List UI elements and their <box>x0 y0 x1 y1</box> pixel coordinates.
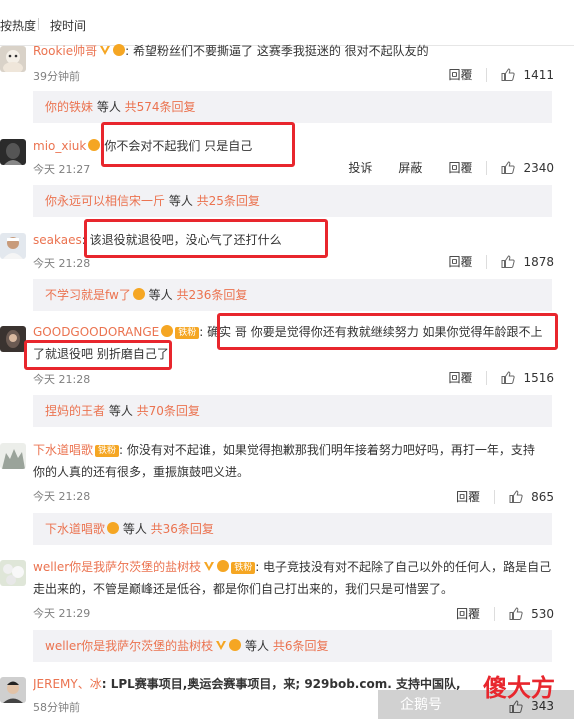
fan-badge: 铁粉 <box>95 445 120 457</box>
reply-summary[interactable]: 不学习就是fw了 等人 共236条回复 <box>33 279 552 311</box>
sort-by-time[interactable]: 按时间 <box>50 17 86 34</box>
reply-count[interactable]: 共236条回复 <box>176 288 247 302</box>
like-count: 530 <box>531 606 554 621</box>
comment-text-line2: 走出来的，不管是巅峰还是低谷，都是你们自己打出来的，我们只是可惜罢了。 <box>33 582 454 596</box>
comment-text: : LPL赛事项目,奥运会赛事项目，来; 929bob.com. 支持中国队, … <box>101 677 464 691</box>
reply-user[interactable]: 下水道唱歌 <box>45 522 105 536</box>
like-count: 865 <box>531 489 554 504</box>
fan-badge: 铁粉 <box>231 562 256 574</box>
reply-summary[interactable]: 你的铁妹 等人 共574条回复 <box>33 91 552 123</box>
reply-summary[interactable]: 下水道唱歌 等人 共36条回复 <box>33 513 552 545</box>
like-button[interactable]: 530 <box>494 606 554 621</box>
avatar[interactable] <box>0 560 26 586</box>
like-button[interactable]: 1516 <box>486 370 554 385</box>
reply-user[interactable]: 捏妈的王者 <box>45 404 105 418</box>
thumbs-up-icon <box>501 255 516 268</box>
reply-mid: 等人 <box>105 404 137 418</box>
comment-time: 今天 21:28 <box>33 257 91 270</box>
reply-mid: 等人 <box>93 100 125 114</box>
comment-text-line2: 你的人真的还有很多，重振旗鼓吧义进。 <box>33 465 250 479</box>
like-count: 1411 <box>523 67 554 82</box>
reply-button[interactable]: 回覆 <box>448 369 472 386</box>
fan-heart-icon <box>161 325 174 337</box>
username[interactable]: Rookie帅哥 <box>33 44 97 58</box>
comment-time: 今天 21:29 <box>33 607 91 620</box>
reply-summary[interactable]: 捏妈的王者 等人 共70条回复 <box>33 395 552 427</box>
highlight-box <box>84 219 328 258</box>
fan-heart-icon <box>217 560 230 572</box>
reply-button[interactable]: 回覆 <box>456 488 480 505</box>
reply-button[interactable]: 回覆 <box>456 605 480 622</box>
reply-user[interactable]: 你永远可以相信宋一斤 <box>45 194 165 208</box>
reply-user[interactable]: 不学习就是fw了 <box>45 288 131 302</box>
thumbs-up-icon <box>501 371 516 384</box>
avatar[interactable] <box>0 46 26 72</box>
reply-mid: 等人 <box>165 194 197 208</box>
fan-heart-icon <box>229 639 242 651</box>
username[interactable]: mio_xiuk <box>33 139 86 153</box>
reply-button[interactable]: 回覆 <box>448 253 472 270</box>
like-button[interactable]: 865 <box>494 489 554 504</box>
avatar[interactable] <box>0 326 26 352</box>
reply-mid: 等人 <box>241 639 273 653</box>
fan-badge: 铁粉 <box>175 327 200 339</box>
verified-v-icon <box>204 562 215 571</box>
reply-count[interactable]: 共70条回复 <box>137 404 200 418</box>
reply-count[interactable]: 共574条回复 <box>125 100 196 114</box>
comment-time: 58分钟前 <box>33 701 80 714</box>
reply-summary[interactable]: 你永远可以相信宋一斤 等人 共25条回复 <box>33 185 552 217</box>
username[interactable]: 下水道唱歌 <box>33 443 93 457</box>
watermark-brand: 企鹅号 <box>400 697 442 713</box>
like-count: 1878 <box>523 254 554 269</box>
like-count: 2340 <box>523 160 554 175</box>
watermark-logo: 傻大方 <box>483 673 555 702</box>
username[interactable]: seakaes <box>33 233 82 247</box>
highlight-box <box>24 340 172 370</box>
verified-v-icon <box>216 641 227 650</box>
like-button[interactable]: 1878 <box>486 254 554 269</box>
thumbs-up-icon <box>501 68 516 81</box>
fan-heart-icon <box>107 522 120 534</box>
sort-by-hot[interactable]: 按热度 <box>0 17 36 34</box>
username[interactable]: weller你是我萨尔茨堡的盐树枝 <box>33 560 201 574</box>
comment-time: 今天 21:27 <box>33 163 91 176</box>
comment-time: 今天 21:28 <box>33 490 91 503</box>
reply-count[interactable]: 共6条回复 <box>273 639 329 653</box>
comment-text: : 电子竞技没有对不起除了自己以外的任何人，路是自己 <box>255 560 552 574</box>
block-button[interactable]: 屏蔽 <box>398 159 422 176</box>
fan-heart-icon <box>88 139 101 151</box>
avatar[interactable] <box>0 139 26 165</box>
reply-button[interactable]: 回覆 <box>448 159 472 176</box>
reply-user[interactable]: 你的铁妹 <box>45 100 93 114</box>
reply-count[interactable]: 共36条回复 <box>151 522 214 536</box>
reply-mid: 等人 <box>119 522 151 536</box>
thumbs-up-icon <box>501 161 516 174</box>
comment-time: 今天 21:28 <box>33 373 91 386</box>
like-button[interactable]: 1411 <box>486 67 554 82</box>
avatar[interactable] <box>0 677 26 703</box>
report-button[interactable]: 投诉 <box>348 159 372 176</box>
thumbs-up-icon <box>509 607 523 620</box>
comment-text: : 希望粉丝们不要撕逼了 这赛季我挺迷的 很对不起队友的 <box>125 44 429 58</box>
verified-v-icon <box>100 46 111 55</box>
thumbs-up-icon <box>509 490 523 503</box>
username[interactable]: JEREMY、冰 <box>33 677 102 691</box>
avatar[interactable] <box>0 443 26 469</box>
like-count: 1516 <box>523 370 554 385</box>
fan-heart-icon <box>113 44 126 56</box>
highlight-box <box>217 313 558 350</box>
reply-user[interactable]: weller你是我萨尔茨堡的盐树枝 <box>45 639 213 653</box>
fan-heart-icon <box>132 288 145 300</box>
reply-mid: 等人 <box>144 288 177 302</box>
sort-divider <box>38 18 39 30</box>
like-button[interactable]: 2340 <box>486 160 554 175</box>
comment-time: 39分钟前 <box>33 70 80 83</box>
avatar[interactable] <box>0 233 26 259</box>
comment-text: : 你没有对不起谁，如果觉得抱歉那我们明年接着努力吧好吗，再打一年，支持 <box>119 443 535 457</box>
reply-summary[interactable]: weller你是我萨尔茨堡的盐树枝 等人 共6条回复 <box>33 630 552 662</box>
highlight-box <box>101 122 295 167</box>
reply-count[interactable]: 共25条回复 <box>197 194 260 208</box>
reply-button[interactable]: 回覆 <box>448 66 472 83</box>
username[interactable]: GOODGOODORANGE <box>33 325 159 339</box>
